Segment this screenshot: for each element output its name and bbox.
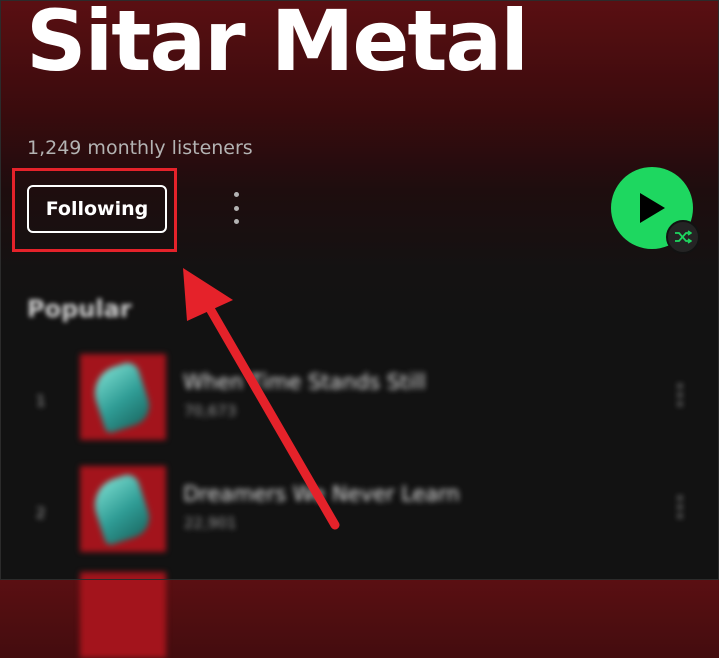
monthly-listeners: 1,249 monthly listeners <box>27 137 253 159</box>
track-row[interactable]: 1 When Time Stands Still 70,673 <box>0 354 719 464</box>
track-number: 2 <box>36 504 46 522</box>
track-title: When Time Stands Still <box>183 370 426 394</box>
track-row[interactable]: 2 Dreamers We Never Learn 22,901 <box>0 466 719 576</box>
track-cover <box>80 466 166 552</box>
more-vertical-icon <box>233 192 239 197</box>
track-plays: 70,673 <box>184 402 237 420</box>
track-number: 1 <box>36 392 46 410</box>
shuffle-icon <box>675 230 692 244</box>
track-title: Dreamers We Never Learn <box>183 482 460 506</box>
artist-name: Sitar Metal <box>26 0 529 90</box>
track-plays: 22,901 <box>184 514 237 532</box>
track-cover-partial <box>80 572 166 658</box>
track-cover <box>80 354 166 440</box>
play-icon <box>640 193 665 223</box>
track-more-icon[interactable] <box>678 496 682 518</box>
popular-section-title: Popular <box>27 295 132 323</box>
shuffle-button[interactable] <box>666 220 700 254</box>
following-button[interactable]: Following <box>27 185 167 233</box>
track-more-icon[interactable] <box>678 384 682 406</box>
more-options-button[interactable] <box>224 190 248 226</box>
